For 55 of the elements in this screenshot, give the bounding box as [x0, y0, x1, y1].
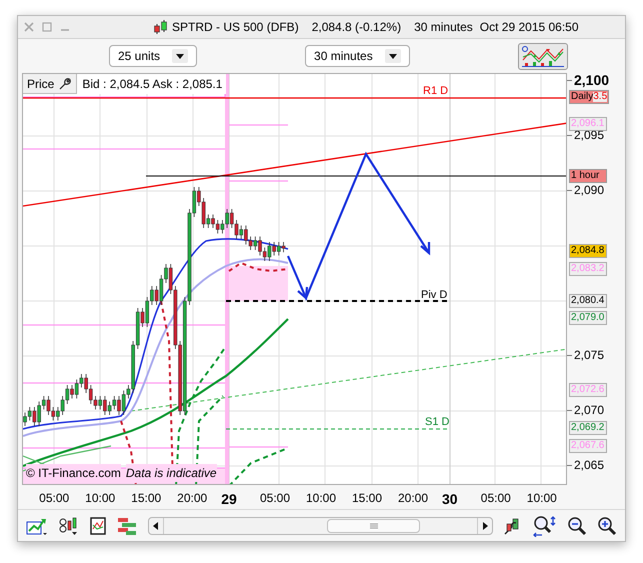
price-tick: 2,075 [574, 348, 604, 362]
price-tag: 2,072.6 [569, 383, 607, 397]
zoom-in-icon[interactable] [597, 516, 617, 536]
layers-icon[interactable] [116, 516, 138, 534]
indicator-chart-icon [520, 45, 565, 67]
candlestick-settings-icon[interactable] [58, 516, 80, 536]
time-label: 15:00 [352, 490, 382, 507]
time-label: 29 [221, 490, 237, 509]
copyright-text: © IT-Finance.com [26, 464, 121, 482]
disclaimer-text: Data is indicative [126, 464, 217, 482]
scroll-thumb[interactable] [327, 518, 420, 532]
time-label: 05:00 [480, 490, 511, 507]
price-tick: 2,070 [574, 403, 604, 417]
candlestick-icon [153, 19, 169, 35]
interval-select[interactable]: 30 minutes [305, 45, 410, 67]
date-time: Oct 29 2015 06:50 [480, 19, 579, 36]
interval-label: 30 minutes [414, 19, 473, 36]
time-label: 10:00 [85, 490, 116, 507]
line-label: R1 D [423, 85, 448, 97]
time-label: 10:00 [306, 490, 336, 507]
price-tag: 2,067.6 [569, 439, 607, 453]
time-label: 20:00 [398, 490, 428, 507]
line-label: Piv D [421, 289, 448, 301]
bid-ask-quote: Bid : 2,084.5 Ask : 2,085.1 [82, 76, 224, 93]
report-icon[interactable] [90, 516, 106, 534]
price-tag: 2,080.4 [569, 294, 607, 308]
horizontal-scrollbar[interactable] [148, 516, 493, 534]
zoom-fit-icon[interactable] [533, 514, 557, 536]
price-tag: 2,069.2 [569, 421, 607, 435]
line-label: S1 D [425, 416, 450, 428]
price-tag: 2,084.8 [569, 244, 607, 258]
window-title: SPTRD - US 500 (DFB) [172, 19, 299, 36]
price-tag: 1 hour [569, 169, 607, 183]
price-tick: 2,065 [574, 458, 604, 472]
dropdown-caret-icon [384, 49, 401, 63]
time-label: 10:00 [526, 490, 557, 507]
price-tick: 2,095 [574, 128, 604, 142]
indicators-button[interactable] [518, 42, 568, 70]
price-button[interactable]: Price [23, 74, 78, 94]
price-tick: 2,100 [574, 73, 610, 87]
price-change: 2,084.8 (-0.12%) [312, 19, 402, 36]
wrench-icon [58, 76, 72, 90]
price-tag: 2,083.2 [569, 262, 607, 276]
time-label: 05:00 [260, 490, 290, 507]
zoom-out-icon[interactable] [567, 516, 587, 536]
time-label: 05:00 [39, 490, 70, 507]
price-tag: 2,096.1 [569, 117, 607, 131]
price-tag: 2,079.0 [569, 311, 607, 325]
price-tick: 2,090 [574, 183, 604, 197]
time-label: 20:00 [177, 490, 208, 507]
price-tag: Daily3.5 [569, 90, 610, 104]
time-label: 30 [442, 490, 458, 509]
units-select[interactable]: 25 units [109, 45, 198, 67]
dropdown-caret-icon [172, 49, 188, 63]
time-label: 15:00 [131, 490, 162, 507]
